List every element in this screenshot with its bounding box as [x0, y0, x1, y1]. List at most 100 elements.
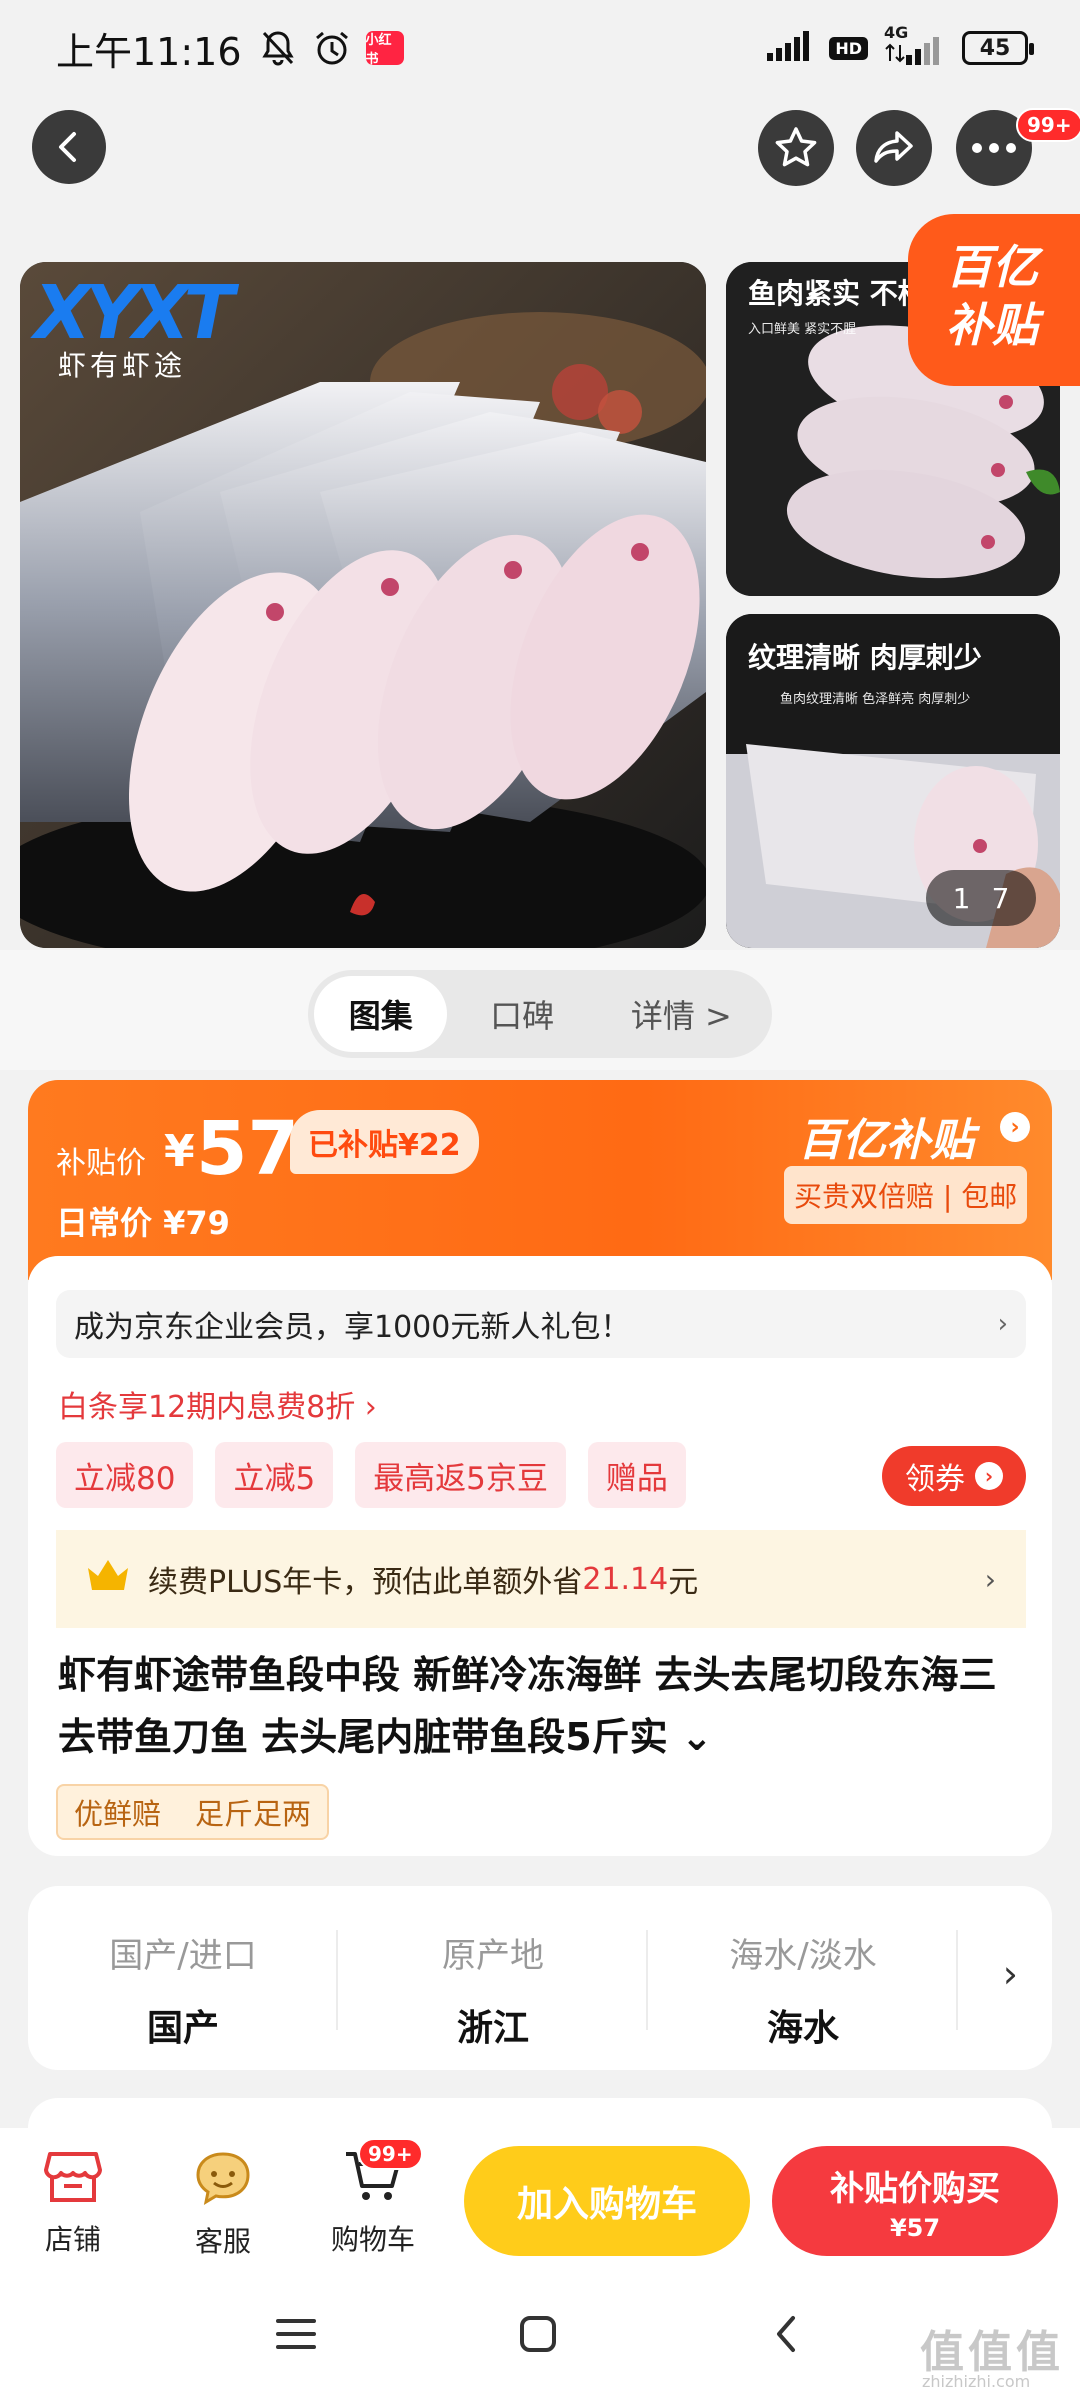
plus-saving-amount: 21.14 — [582, 1561, 669, 1597]
tab-gallery[interactable]: 图集 — [314, 976, 448, 1052]
subsidy-saved-badge: 已补贴¥22 — [290, 1110, 479, 1174]
subsidy-price-value: 57 — [196, 1106, 299, 1192]
buy-button-price: ¥57 — [889, 2213, 941, 2242]
plus-text: 续费PLUS年卡，预估此单额外省 — [148, 1565, 583, 1600]
enterprise-member-banner[interactable]: 成为京东企业会员，享1000元新人礼包！ › — [56, 1290, 1026, 1358]
member-text: 成为京东企业会员，享1000元新人礼包！ — [74, 1310, 631, 1345]
attribute-label: 国产/进口 — [109, 1936, 257, 1976]
cart-count-badge: 99+ — [358, 2138, 423, 2170]
thumbnail-2-subtitle: 鱼肉纹理清晰 色泽鲜亮 肉厚刺少 — [780, 692, 971, 707]
product-attributes[interactable]: 国产/进口 国产 原产地 浙江 海水/淡水 海水 › — [28, 1886, 1052, 2070]
thumbnail-2-title: 纹理清晰 肉厚刺少 — [748, 641, 982, 674]
shop-button[interactable]: 店铺 — [18, 2150, 128, 2258]
daily-price: 日常价 ¥79 — [56, 1204, 230, 1242]
gallery-page-indicator: 1 7 — [926, 870, 1036, 926]
chevron-right-icon: › — [997, 1309, 1008, 1339]
coupon-label: 领券 — [905, 1462, 965, 1497]
chevron-left-icon — [59, 132, 76, 162]
xiaohongshu-icon: 小红书 — [365, 31, 404, 67]
status-icons-right: HD 4G 45 — [767, 23, 1034, 65]
divider — [956, 1930, 958, 2030]
system-navigation-bar — [0, 2268, 1080, 2400]
plus-unit: 元 — [668, 1565, 699, 1600]
chevron-left-icon — [777, 2316, 795, 2352]
favorite-button[interactable] — [758, 110, 834, 186]
status-bar: 上午11:16 小红书 HD 4G 45 — [0, 0, 1080, 96]
subsidy-corner-badge[interactable]: 百亿补贴 — [908, 214, 1080, 386]
brand-subtitle: 虾有虾途 — [58, 349, 187, 382]
thumbnail-1-subtitle: 入口鲜美 紧实不腥 — [748, 322, 857, 337]
network-4g-icon: 4G — [882, 23, 948, 65]
more-notification-badge: 99+ — [1016, 108, 1080, 142]
attribute-origin-place: 原产地 浙江 — [338, 1928, 648, 2051]
chevron-right-icon[interactable]: › — [1003, 1952, 1018, 1996]
segment-tabs: 图集 口碑 详情 > — [308, 970, 772, 1058]
tab-details[interactable]: 详情 > — [597, 976, 766, 1052]
home-button[interactable] — [502, 2298, 574, 2370]
top-action-bar: 99+ — [0, 108, 1080, 190]
shop-icon — [44, 2152, 102, 2202]
watermark: 值值值 — [920, 2327, 1064, 2378]
more-dots-icon — [972, 143, 1016, 153]
shop-label: 店铺 — [44, 2223, 101, 2256]
attribute-water-type: 海水/淡水 海水 — [648, 1928, 958, 2051]
customer-service-icon — [196, 2152, 250, 2206]
attribute-origin-type: 国产/进口 国产 — [28, 1928, 338, 2051]
buy-button-label: 补贴价购买 — [830, 2168, 1000, 2209]
promo-tag[interactable]: 立减5 — [215, 1442, 334, 1508]
alarm-icon — [312, 28, 352, 68]
subsidy-price-label: 补贴价 — [56, 1146, 146, 1181]
hd-badge: HD — [829, 36, 868, 60]
attribute-label: 海水/淡水 — [729, 1936, 877, 1976]
back-button[interactable] — [32, 110, 106, 184]
guarantee-tags[interactable]: 优鲜赔 足斤足两 — [56, 1784, 330, 1840]
share-button[interactable] — [856, 110, 932, 186]
bell-muted-icon — [258, 28, 298, 68]
page-total: 7 — [991, 881, 1010, 915]
cart-label: 购物车 — [330, 2223, 415, 2256]
menu-icon — [276, 2319, 316, 2349]
promo-tag[interactable]: 赠品 — [587, 1442, 686, 1508]
add-to-cart-button[interactable]: 加入购物车 — [464, 2146, 750, 2256]
watermark-url: zhizhizhi.com — [922, 2372, 1031, 2391]
home-square-icon — [520, 2316, 556, 2352]
customer-service-label: 客服 — [194, 2225, 251, 2258]
promo-tag[interactable]: 立减80 — [56, 1442, 194, 1508]
price-currency: ¥ — [164, 1126, 195, 1177]
status-time: 上午11:16 — [56, 29, 242, 74]
segment-tabs-area: 图集 口碑 详情 > — [0, 950, 1080, 1070]
plus-membership-banner[interactable]: 续费PLUS年卡，预估此单额外省 21.14 元 › — [56, 1530, 1026, 1628]
attribute-value: 国产 — [146, 2008, 219, 2049]
tab-reviews[interactable]: 口碑 — [447, 976, 596, 1052]
page-current: 1 — [952, 881, 971, 915]
crown-icon — [86, 1558, 130, 1600]
status-icons-left: 小红书 — [258, 28, 404, 68]
product-title[interactable]: 虾有虾途带鱼段中段 新鲜冷冻海鲜 去头去尾切段东海三去带鱼刀鱼 去头尾内脏带鱼段… — [58, 1644, 1028, 1768]
star-icon — [775, 127, 817, 167]
thumbnail-1-title: 鱼肉紧实 不松 — [748, 277, 926, 310]
guarantee-item: 优鲜赔 — [74, 1797, 162, 1831]
recent-apps-button[interactable] — [260, 2298, 332, 2370]
share-icon — [874, 131, 913, 163]
system-back-button[interactable] — [750, 2298, 822, 2370]
promo-tag[interactable]: 最高返5京豆 — [355, 1442, 566, 1508]
product-info-card: 成为京东企业会员，享1000元新人礼包！ › 白条享12期内息费8折 › 立减8… — [28, 1256, 1052, 1856]
bottom-action-bar: 店铺 客服 购物车 99+ 加入购物车 补贴价购买 ¥57 — [0, 2128, 1080, 2268]
guarantee-item: 足斤足两 — [195, 1797, 312, 1831]
chevron-right-icon: › — [975, 1462, 1003, 1490]
subsidy-tagline[interactable]: 买贵双倍赔 | 包邮 — [784, 1166, 1028, 1224]
signal-icon — [767, 31, 815, 65]
subsidy-arrow-icon[interactable]: › — [1000, 1112, 1030, 1142]
baitiao-installment-link[interactable]: 白条享12期内息费8折 › — [58, 1382, 377, 1426]
customer-service-button[interactable]: 客服 — [168, 2150, 278, 2260]
price-banner: 补贴价 ¥ 57 已补贴¥22 日常价 ¥79 百亿补贴 › 买贵双倍赔 | 包… — [28, 1080, 1052, 1280]
attribute-value: 海水 — [766, 2008, 839, 2049]
attribute-label: 原产地 — [442, 1936, 544, 1976]
get-coupon-button[interactable]: 领券 › — [882, 1446, 1026, 1506]
main-product-image[interactable]: XYXT 虾有虾途 — [20, 262, 706, 948]
promotion-row: 立减80 立减5 最高返5京豆 赠品 领券 › — [56, 1442, 1026, 1508]
subsidy-logo[interactable]: 百亿补贴 — [798, 1104, 974, 1168]
battery-icon: 45 — [962, 31, 1034, 65]
subsidy-buy-button[interactable]: 补贴价购买 ¥57 — [772, 2146, 1058, 2256]
chevron-right-icon: › — [984, 1562, 996, 1596]
